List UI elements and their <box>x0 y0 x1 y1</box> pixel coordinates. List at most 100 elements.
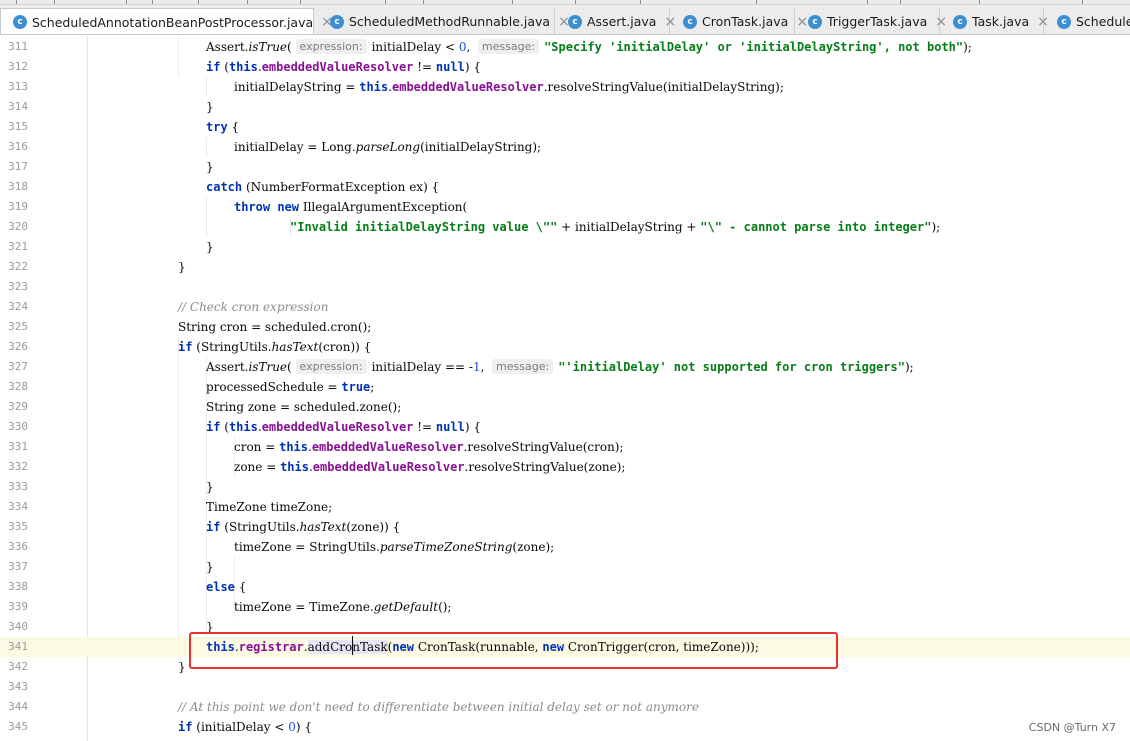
line-number: 314 <box>8 100 28 113</box>
line-number: 328 <box>8 380 28 393</box>
code-line[interactable]: 344 // At this point we don't need to dif… <box>0 697 1130 717</box>
code-text: // Check cron expression <box>178 297 328 317</box>
code-text: TimeZone timeZone; <box>206 497 332 517</box>
line-number: 312 <box>8 60 28 73</box>
editor-tab[interactable]: c Scheduled <box>1045 8 1130 34</box>
editor-tab[interactable]: c ScheduledMethodRunnable.java × <box>318 8 570 34</box>
code-text: ) { <box>464 60 481 74</box>
code-line[interactable]: 323 <box>0 277 1130 297</box>
code-text: String zone = scheduled.zone(); <box>206 400 402 414</box>
keyword: this <box>280 460 309 474</box>
field-name: embeddedValueResolver <box>392 80 544 94</box>
code-line[interactable]: 339 timeZone = TimeZone.getDefault(); <box>0 597 1130 617</box>
code-editor[interactable]: 311 Assert.isTrue( expression: initialDela… <box>0 36 1130 741</box>
code-line[interactable]: 326 if (StringUtils.hasText(cron)) { <box>0 337 1130 357</box>
keyword: if <box>178 340 193 354</box>
code-text: + initialDelayString + <box>557 220 701 234</box>
code-line[interactable]: 330 if (this.embeddedValueResolver != nul… <box>0 417 1130 437</box>
code-line[interactable]: 337} <box>0 557 1130 577</box>
code-line[interactable]: 319 throw new IllegalArgumentException( <box>0 197 1130 217</box>
code-line[interactable]: 314} <box>0 97 1130 117</box>
code-line[interactable]: 334 TimeZone timeZone; <box>0 497 1130 517</box>
code-text: } <box>206 477 214 497</box>
line-number: 339 <box>8 600 28 613</box>
class-icon: c <box>808 14 822 29</box>
highlight-annotation-box <box>189 632 838 669</box>
line-number: 344 <box>8 700 28 713</box>
editor-tab[interactable]: c ScheduledAnnotationBeanPostProcessor.ja… <box>0 8 333 34</box>
watermark: CSDN @Turn X7 <box>1028 721 1116 734</box>
editor-tab[interactable]: c TriggerTask.java × <box>796 8 947 34</box>
parameter-hint: expression: <box>295 359 367 374</box>
code-line[interactable]: 316 initialDelay = Long.parseLong(initial… <box>0 137 1130 157</box>
code-line[interactable]: 336 timeZone = StringUtils.parseTimeZoneS… <box>0 537 1130 557</box>
code-text: initialDelay == - <box>371 360 473 374</box>
line-number: 319 <box>8 200 28 213</box>
code-line[interactable]: 328 processedSchedule = true; <box>0 377 1130 397</box>
line-number: 334 <box>8 500 28 513</box>
code-line[interactable]: 329 String zone = scheduled.zone(); <box>0 397 1130 417</box>
code-text: (StringUtils. <box>192 340 272 354</box>
field-name: embeddedValueResolver <box>311 440 464 454</box>
code-text: timeZone = TimeZone. <box>234 600 374 614</box>
line-number: 317 <box>8 160 28 173</box>
editor-tab[interactable]: c Task.java × <box>941 8 1049 34</box>
code-line[interactable]: 338 else { <box>0 577 1130 597</box>
static-method-call: isTrue <box>248 360 288 374</box>
keyword: catch <box>206 180 243 194</box>
code-line[interactable]: 327 Assert.isTrue( expression: initialDela… <box>0 357 1130 377</box>
code-text: if (this.embeddedValueResolver != null) … <box>206 57 481 77</box>
code-line[interactable]: 315 try { <box>0 117 1130 137</box>
code-line[interactable]: 317} <box>0 157 1130 177</box>
code-line[interactable]: 321} <box>0 237 1130 257</box>
line-number: 345 <box>8 720 28 733</box>
code-line[interactable]: 313 initialDelayString = this.embeddedVal… <box>0 77 1130 97</box>
tab-label: Scheduled <box>1076 14 1130 29</box>
line-number: 325 <box>8 320 28 333</box>
code-line[interactable]: 343 <box>0 677 1130 697</box>
number-literal: 0 <box>288 720 296 734</box>
editor-tab-bar: c ScheduledAnnotationBeanPostProcessor.ja… <box>0 5 1130 35</box>
line-number: 311 <box>8 40 28 53</box>
code-line[interactable]: 312 if (this.embeddedValueResolver != nul… <box>0 57 1130 77</box>
keyword: null <box>435 60 465 74</box>
code-text: ) { <box>464 420 481 434</box>
code-line[interactable]: 320 "Invalid initialDelayString value \""… <box>0 217 1130 237</box>
editor-tab[interactable]: c CronTask.java × <box>671 8 808 34</box>
code-text: != <box>413 420 436 434</box>
code-text: , <box>480 360 493 374</box>
comment: // At this point we don't need to differ… <box>178 700 699 714</box>
line-number: 341 <box>8 640 28 653</box>
line-number: 330 <box>8 420 28 433</box>
text-caret <box>352 636 353 655</box>
code-text: (initialDelayString); <box>420 140 542 154</box>
code-text: } <box>178 257 186 277</box>
code-text: timeZone = StringUtils. <box>234 540 380 554</box>
code-line[interactable]: 322} <box>0 257 1130 277</box>
code-text: initialDelayString = <box>234 80 360 94</box>
code-text: if (StringUtils.hasText(zone)) { <box>206 517 400 537</box>
code-text: } <box>206 557 214 577</box>
code-line[interactable]: 345 if (initialDelay < 0) { <box>0 717 1130 737</box>
code-line[interactable]: 333} <box>0 477 1130 497</box>
code-line[interactable]: 335 if (StringUtils.hasText(zone)) { <box>0 517 1130 537</box>
class-icon: c <box>1057 14 1071 29</box>
code-text: throw new IllegalArgumentException( <box>234 197 467 217</box>
line-number: 333 <box>8 480 28 493</box>
code-line[interactable]: 332 zone = this.embeddedValueResolver.res… <box>0 457 1130 477</box>
code-text: (zone)) { <box>346 520 401 534</box>
editor-tab[interactable]: c Assert.java × <box>556 8 676 34</box>
keyword: this <box>359 80 389 94</box>
keyword: this <box>279 440 308 454</box>
code-text: Assert.isTrue( expression: initialDelay <… <box>206 37 972 57</box>
keyword: this <box>228 60 258 74</box>
code-line[interactable]: 324 // Check cron expression <box>0 297 1130 317</box>
code-text: String cron = scheduled.cron(); <box>178 317 371 337</box>
code-line[interactable]: 318 catch (NumberFormatException ex) { <box>0 177 1130 197</box>
code-line[interactable]: 331 cron = this.embeddedValueResolver.res… <box>0 437 1130 457</box>
line-number: 322 <box>8 260 28 273</box>
line-number: 338 <box>8 580 28 593</box>
number-literal: 1 <box>472 360 481 374</box>
code-line[interactable]: 325 String cron = scheduled.cron(); <box>0 317 1130 337</box>
code-line[interactable]: 311 Assert.isTrue( expression: initialDela… <box>0 37 1130 57</box>
